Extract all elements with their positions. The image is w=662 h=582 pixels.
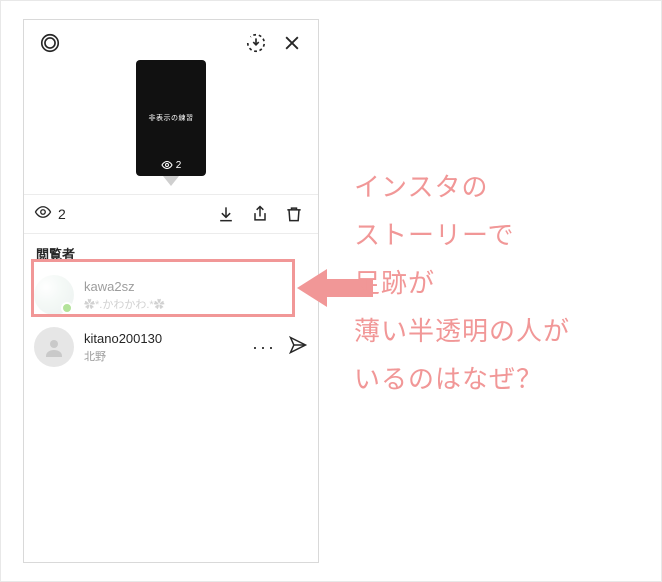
story-preview-caption: 非表示の練習 [149,113,194,123]
save-story-icon[interactable] [240,27,272,59]
share-icon[interactable] [246,200,274,228]
phone-frame: 非表示の練習 2 2 [23,19,319,563]
story-preview-tile[interactable]: 非表示の練習 2 [136,60,206,176]
preview-pointer-icon [163,176,179,186]
annotation-line: 薄い半透明の人が [354,307,654,355]
trash-icon[interactable] [280,200,308,228]
viewer-username: kawa2sz [84,279,308,294]
annotation-line: いるのはなぜ？ [354,355,654,403]
send-icon[interactable] [288,335,308,360]
viewer-row[interactable]: kawa2sz ✿*.かわかわ.*✿ [24,269,318,321]
viewers-count: 2 [58,206,66,222]
viewers-section-title: 閲覧者 [24,234,318,269]
viewers-toolbar: 2 [24,194,318,234]
viewer-username: kitano200130 [84,331,242,346]
avatar[interactable] [34,275,74,315]
annotation-line: ストーリーで [354,211,654,259]
viewer-display-name: ✿*.かわかわ.*✿ [84,296,308,312]
download-icon[interactable] [212,200,240,228]
story-preview-view-count: 2 [176,160,182,171]
close-icon[interactable] [276,27,308,59]
story-preview-views: 2 [136,159,206,171]
viewers-list: kawa2sz ✿*.かわかわ.*✿ kitano200130 北野 ··· [24,269,318,373]
story-preview-row: 非表示の練習 2 [24,60,318,176]
annotation-line: インスタの [354,163,654,211]
viewer-row[interactable]: kitano200130 北野 ··· [24,321,318,373]
viewer-display-name: 北野 [84,348,242,364]
annotation-text: インスタの ストーリーで 足跡が 薄い半透明の人が いるのはなぜ？ [354,163,654,403]
annotation-line: 足跡が [354,259,654,307]
avatar[interactable] [34,327,74,367]
viewer-names: kawa2sz ✿*.かわかわ.*✿ [84,279,308,312]
settings-icon[interactable] [34,27,66,59]
viewer-names: kitano200130 北野 [84,331,242,364]
online-dot-icon [61,302,73,314]
eye-icon [34,203,52,226]
more-icon[interactable]: ··· [252,338,276,356]
